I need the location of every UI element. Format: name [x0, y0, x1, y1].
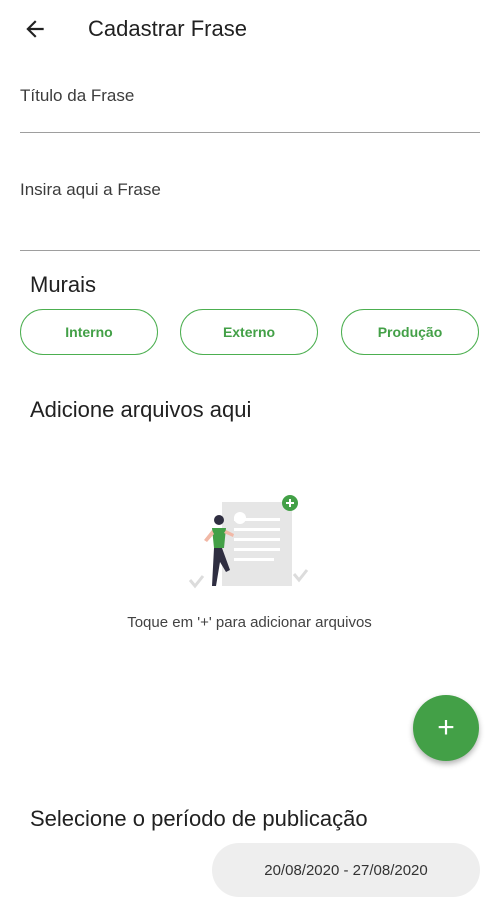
plus-icon: + [437, 711, 455, 744]
arrow-left-icon[interactable] [22, 16, 48, 42]
publication-heading: Selecione o período de publicação [30, 806, 368, 831]
publication-period-button[interactable]: 20/08/2020 - 27/08/2020 [212, 843, 480, 897]
phrase-title-input[interactable] [20, 86, 480, 106]
chip-interno[interactable]: Interno [20, 309, 158, 355]
murais-heading: Murais [30, 272, 97, 297]
chip-externo[interactable]: Externo [180, 309, 318, 355]
publication-range: 20/08/2020 - 27/08/2020 [264, 861, 428, 879]
files-heading: Adicione arquivos aqui [30, 397, 252, 422]
empty-files-illustration [188, 495, 309, 589]
empty-files-hint: Toque em '+' para adicionar arquivos [127, 614, 372, 631]
phrase-text-input[interactable] [20, 180, 480, 200]
page-title: Cadastrar Frase [88, 16, 247, 41]
phrase-text-field[interactable] [20, 180, 480, 251]
add-file-button[interactable]: + [413, 695, 479, 761]
app-bar: Cadastrar Frase [0, 0, 499, 58]
phrase-title-field[interactable] [20, 86, 480, 133]
chip-producao[interactable]: Produção [341, 309, 479, 355]
